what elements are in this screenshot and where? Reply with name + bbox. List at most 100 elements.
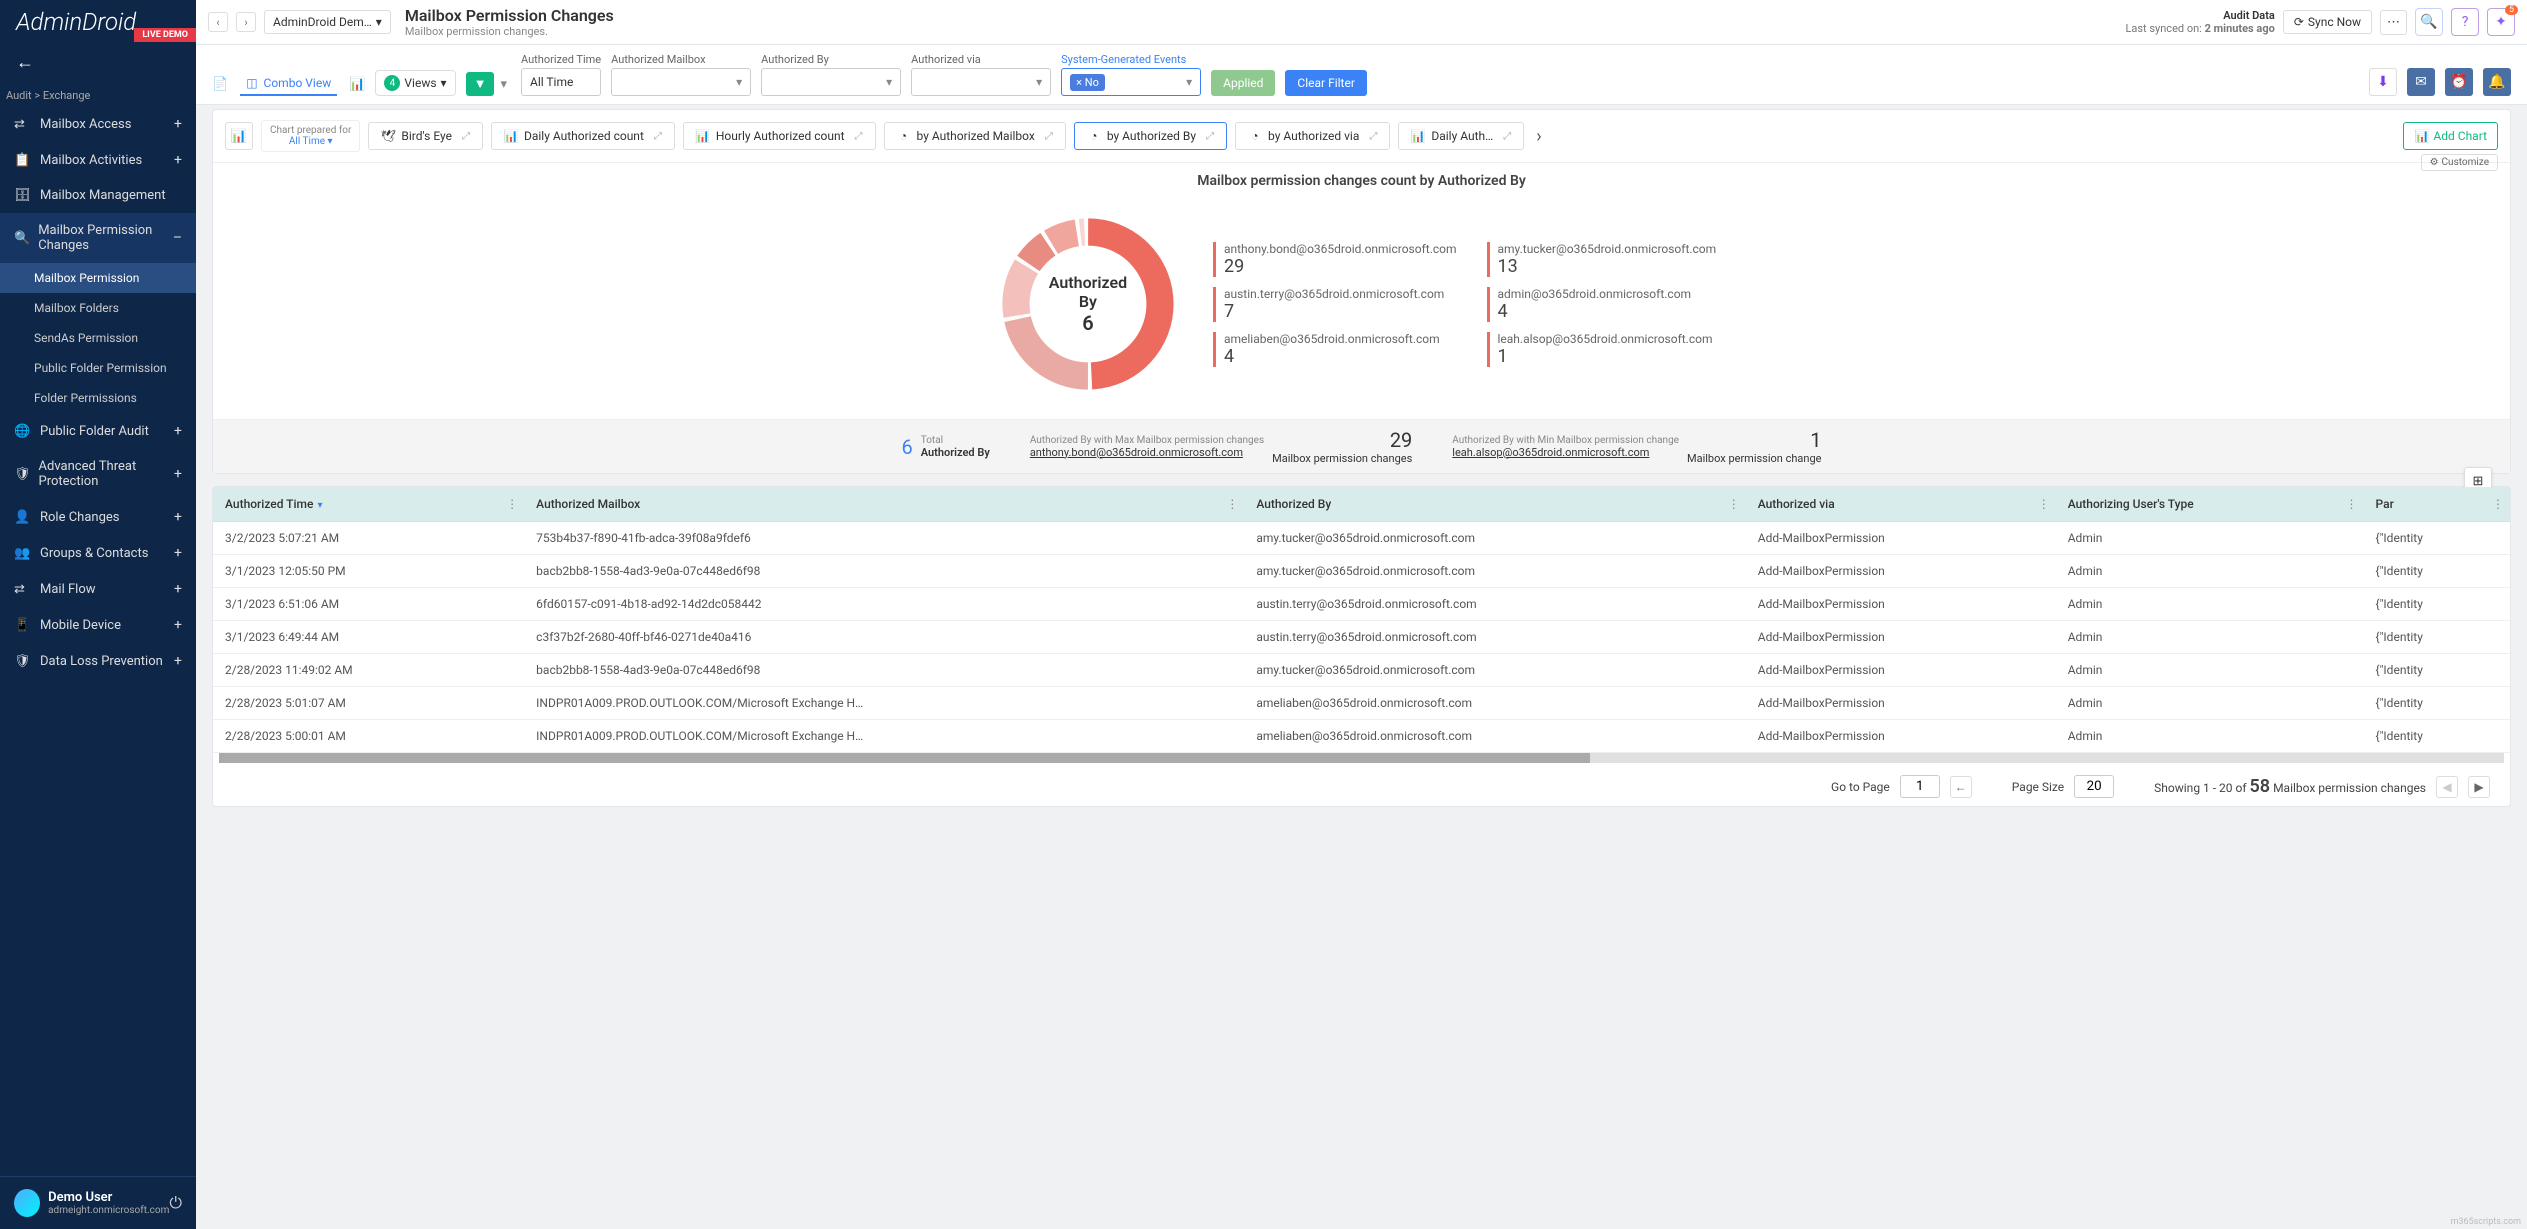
sidebar-item[interactable]: 📱Mobile Device+ (0, 607, 196, 643)
page-next-icon[interactable]: ▶ (2468, 776, 2490, 798)
sidebar-item[interactable]: 🛡Advanced Threat Protection+ (0, 449, 196, 499)
sidebar-item[interactable]: 🌐Public Folder Audit+ (0, 413, 196, 449)
org-selector[interactable]: AdminDroid Dem… ▾ (264, 10, 391, 34)
column-header[interactable]: Authorizing User's Type⋮ (2056, 487, 2364, 522)
sync-now-button[interactable]: ⟳ Sync Now (2283, 10, 2372, 34)
customize-button[interactable]: ⚙ Customize (2421, 154, 2498, 171)
column-menu-icon[interactable]: ⋮ (1226, 497, 1238, 511)
table-cell: 3/2/2023 5:07:21 AM (213, 522, 524, 555)
combo-view-tab[interactable]: ◫ Combo View (240, 72, 337, 96)
chart-tab[interactable]: 📊Hourly Authorized count⤢ (683, 122, 876, 150)
download-icon[interactable]: ⬇ (2369, 68, 2397, 96)
chart-tab[interactable]: 🕊Bird's Eye⤢ (368, 122, 483, 150)
goto-page-input[interactable] (1900, 775, 1940, 798)
column-header[interactable]: Authorized via⋮ (1746, 487, 2056, 522)
column-header[interactable]: Authorized Mailbox⋮ (524, 487, 1244, 522)
nav-icon: ⇄ (14, 582, 32, 597)
chart-legend: anthony.bond@o365droid.onmicrosoft.com29… (1213, 242, 1730, 367)
sys-gen-select[interactable]: × No ▾ (1061, 68, 1201, 96)
chart-type-icon[interactable]: 📊 (225, 122, 253, 150)
table-row[interactable]: 2/28/2023 5:01:07 AMINDPR01A009.PROD.OUT… (213, 687, 2510, 720)
sidebar-item[interactable]: ⇄Mail Flow+ (0, 571, 196, 607)
pagesize-input[interactable] (2074, 775, 2114, 798)
table-row[interactable]: 2/28/2023 11:49:02 AMbacb2bb8-1558-4ad3-… (213, 654, 2510, 687)
page-title: Mailbox Permission Changes (405, 6, 614, 25)
sidebar-subitem[interactable]: Mailbox Permission (0, 263, 196, 293)
table-row[interactable]: 2/28/2023 5:00:01 AMINDPR01A009.PROD.OUT… (213, 720, 2510, 753)
chart-tab[interactable]: ◔by Authorized By⤢ (1074, 122, 1227, 150)
sidebar-item[interactable]: 👥Groups & Contacts+ (0, 535, 196, 571)
auth-mailbox-label: Authorized Mailbox (611, 53, 751, 66)
mail-icon[interactable]: ✉ (2407, 68, 2435, 96)
table-cell: Add-MailboxPermission (1746, 522, 2056, 555)
sidebar-item[interactable]: 🗄Mailbox Management (0, 178, 196, 213)
table-row[interactable]: 3/1/2023 6:49:44 AMc3f37b2f-2680-40ff-bf… (213, 621, 2510, 654)
back-icon[interactable]: ← (0, 40, 196, 85)
column-menu-icon[interactable]: ⋮ (1728, 497, 1740, 511)
max-user-link[interactable]: anthony.bond@o365droid.onmicrosoft.com (1030, 446, 1264, 459)
goto-submit-icon[interactable]: ← (1950, 776, 1972, 798)
chart-tab[interactable]: 📊Daily Auth…⤢ (1398, 122, 1524, 150)
power-icon[interactable]: ⏻ (169, 1193, 182, 1213)
sidebar-item[interactable]: 🛡Data Loss Prevention+ (0, 643, 196, 679)
sys-gen-label[interactable]: System-Generated Events (1061, 53, 1201, 66)
table-cell: {"Identity (2364, 555, 2510, 588)
max-count: 29 (1272, 428, 1412, 452)
sidebar-item[interactable]: 📋Mailbox Activities+ (0, 142, 196, 178)
column-header[interactable]: Authorized Time▾⋮ (213, 487, 524, 522)
sidebar-item[interactable]: 🔍Mailbox Permission Changes– (0, 213, 196, 263)
more-button[interactable]: ⋯ (2380, 10, 2407, 35)
scrollbar-thumb[interactable] (219, 753, 1590, 763)
tabs-next-icon[interactable]: › (1532, 126, 1545, 147)
sidebar-subitem[interactable]: Folder Permissions (0, 383, 196, 413)
bar-icon[interactable]: 📊 (349, 77, 365, 92)
chart-tab[interactable]: ◔by Authorized via⤢ (1235, 122, 1390, 150)
nav-back-icon[interactable]: ‹ (208, 12, 228, 32)
column-menu-icon[interactable]: ⋮ (2038, 497, 2050, 511)
column-menu-icon[interactable]: ⋮ (2492, 497, 2504, 511)
filter-funnel-button[interactable]: ▼ (466, 72, 495, 96)
help-icon[interactable]: ? (2451, 8, 2479, 36)
add-chart-button[interactable]: 📊 Add Chart (2403, 122, 2498, 150)
ai-icon[interactable]: ✦5 (2487, 8, 2515, 36)
sidebar-subitem[interactable]: Mailbox Folders (0, 293, 196, 323)
chart-tab-icon: 🕊 (381, 129, 395, 143)
auth-via-select[interactable]: ▾ (911, 68, 1051, 96)
expand-icon: ⤢ (1206, 131, 1214, 142)
user-name: Demo User (48, 1190, 169, 1205)
column-menu-icon[interactable]: ⋮ (506, 497, 518, 511)
horizontal-scrollbar[interactable] (219, 753, 2504, 763)
sidebar-subitem[interactable]: SendAs Permission (0, 323, 196, 353)
table-row[interactable]: 3/1/2023 6:51:06 AM6fd60157-c091-4b18-ad… (213, 588, 2510, 621)
page-prev-icon[interactable]: ◀ (2436, 776, 2458, 798)
table-cell: Add-MailboxPermission (1746, 588, 2056, 621)
table-row[interactable]: 3/2/2023 5:07:21 AM753b4b37-f890-41fb-ad… (213, 522, 2510, 555)
sidebar-item[interactable]: 👤Role Changes+ (0, 499, 196, 535)
table-row[interactable]: 3/1/2023 12:05:50 PMbacb2bb8-1558-4ad3-9… (213, 555, 2510, 588)
table-cell: Add-MailboxPermission (1746, 621, 2056, 654)
views-count-badge: 4 (384, 75, 400, 91)
alarm-icon[interactable]: ⏰ (2445, 68, 2473, 96)
search-icon[interactable]: 🔍 (2415, 8, 2443, 36)
auth-by-select[interactable]: ▾ (761, 68, 901, 96)
clear-filter-button[interactable]: Clear Filter (1285, 70, 1367, 96)
views-dropdown[interactable]: 4 Views ▾ (375, 70, 455, 96)
bell-icon[interactable]: 🔔 (2483, 68, 2511, 96)
nav-label: Mailbox Management (40, 188, 166, 203)
auth-time-select[interactable]: All Time (521, 68, 601, 96)
column-header[interactable]: Authorized By⋮ (1244, 487, 1745, 522)
filter-chip-no[interactable]: × No (1070, 74, 1105, 91)
chart-tab[interactable]: ◔by Authorized Mailbox⤢ (884, 122, 1066, 150)
auth-mailbox-select[interactable]: ▾ (611, 68, 751, 96)
min-user-link[interactable]: leah.alsop@o365droid.onmicrosoft.com (1452, 446, 1679, 459)
column-header[interactable]: Par⋮ (2364, 487, 2510, 522)
nav-icon: 📱 (14, 618, 32, 633)
avatar (14, 1189, 40, 1217)
chart-tab[interactable]: 📊Daily Authorized count⤢ (491, 122, 675, 150)
sidebar-item[interactable]: ⇄Mailbox Access+ (0, 106, 196, 142)
sidebar-subitem[interactable]: Public Folder Permission (0, 353, 196, 383)
column-menu-icon[interactable]: ⋮ (2346, 497, 2358, 511)
doc-icon[interactable]: 📄 (212, 77, 228, 92)
caret-down-icon[interactable]: ▾ (496, 77, 511, 92)
nav-forward-icon[interactable]: › (236, 12, 256, 32)
